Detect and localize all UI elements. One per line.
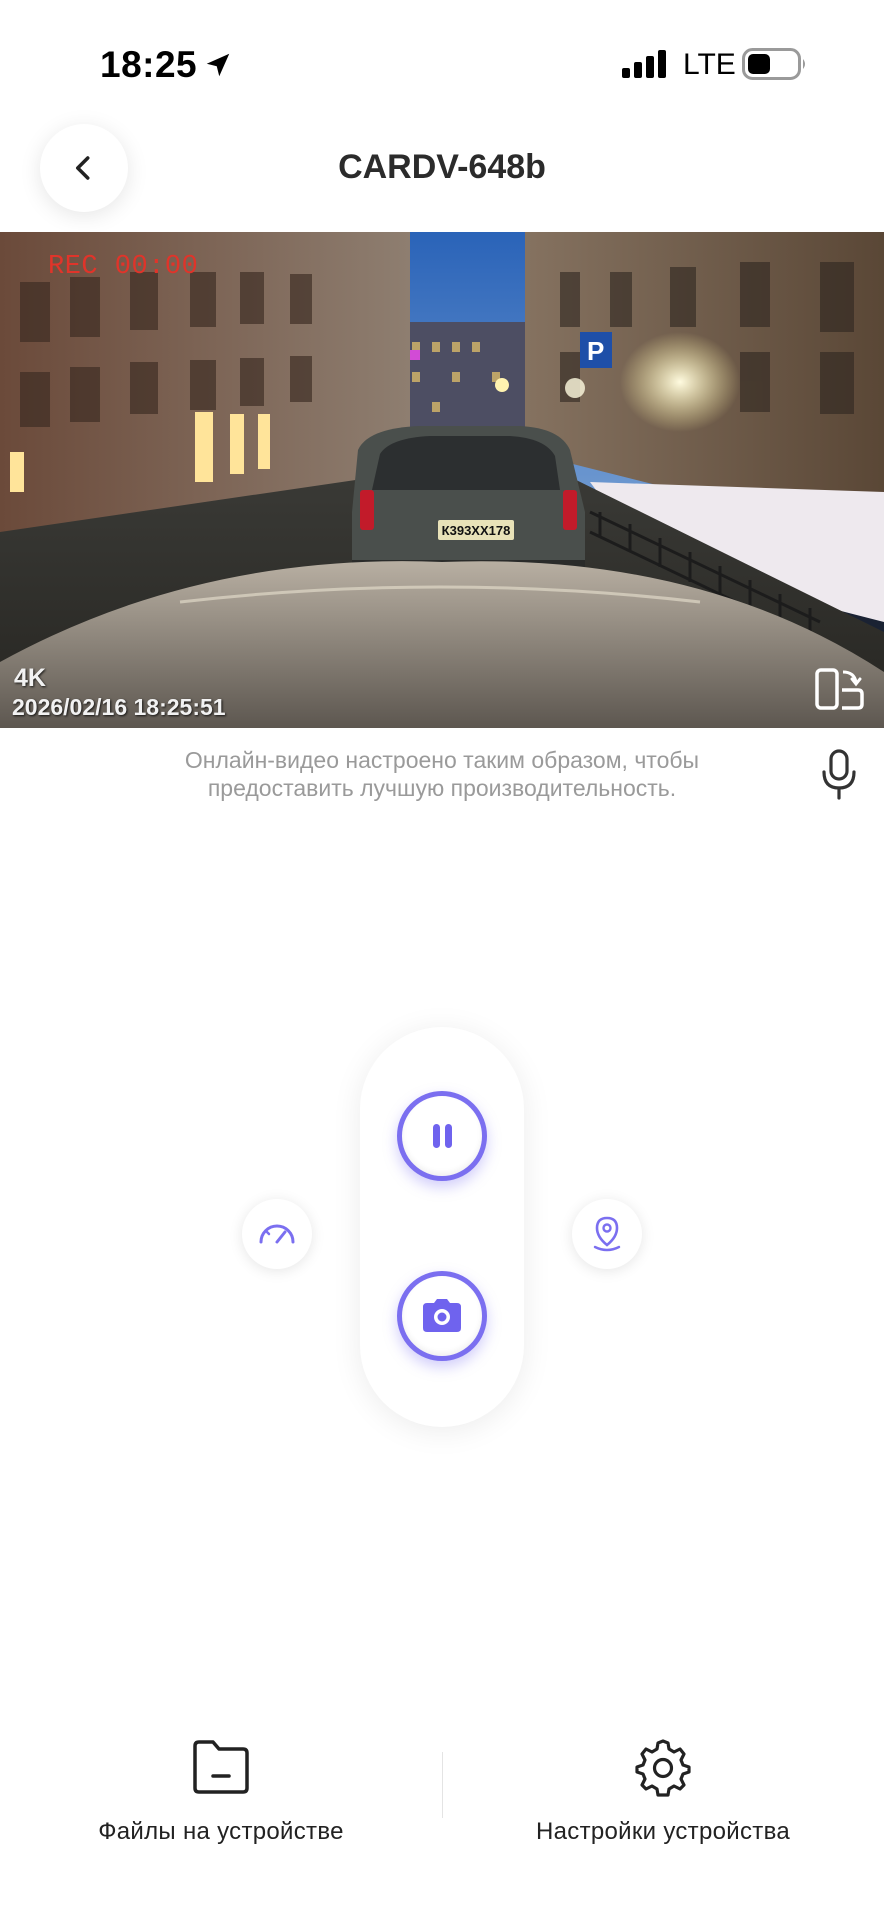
speed-button[interactable] [242, 1199, 312, 1269]
status-bar: 18:25 LTE [0, 0, 884, 120]
pause-icon [433, 1124, 452, 1148]
rotate-screen-button[interactable] [814, 666, 866, 712]
rec-indicator: REC 00:00 [48, 252, 199, 282]
camera-icon [423, 1299, 461, 1332]
device-files-label: Файлы на устройстве [98, 1818, 344, 1845]
stream-info-message: Онлайн-видео настроено таким образом, чт… [184, 747, 700, 801]
microphone-icon [822, 749, 856, 800]
device-files-button[interactable]: Файлы на устройстве [0, 1738, 442, 1858]
license-plate-text: К393ХХ178 [442, 523, 511, 538]
video-timestamp: 2026/02/16 18:25:51 [12, 694, 226, 720]
live-video-preview[interactable]: P К393ХХ178 REC 00:00 4K 2026/02/16 18:2… [0, 232, 884, 728]
battery-icon [742, 48, 805, 80]
folder-icon [193, 1740, 249, 1794]
device-settings-label: Настройки устройства [536, 1818, 790, 1845]
location-button[interactable] [572, 1199, 642, 1269]
location-arrow-icon [206, 53, 230, 77]
gear-icon [635, 1739, 691, 1797]
microphone-button[interactable] [818, 748, 860, 800]
network-type-label: LTE [683, 48, 736, 81]
page-title: CARDV-648b [338, 148, 546, 186]
signal-bars-icon [622, 50, 666, 78]
pause-button[interactable] [397, 1091, 487, 1181]
map-pin-icon [593, 1216, 621, 1252]
snapshot-button[interactable] [397, 1271, 487, 1361]
speedometer-icon [259, 1224, 295, 1244]
device-settings-button[interactable]: Настройки устройства [442, 1738, 884, 1858]
app-screen: 18:25 LTE CARDV-648b P К393ХХ178 REC 00:… [0, 0, 884, 1920]
dashcam-video-frame: P К393ХХ178 [0, 232, 884, 728]
rotate-screen-icon [815, 668, 864, 710]
status-time: 18:25 [100, 44, 198, 85]
svg-text:P: P [587, 336, 604, 366]
controls-panel [360, 1027, 524, 1427]
resolution-label: 4K [14, 664, 46, 692]
